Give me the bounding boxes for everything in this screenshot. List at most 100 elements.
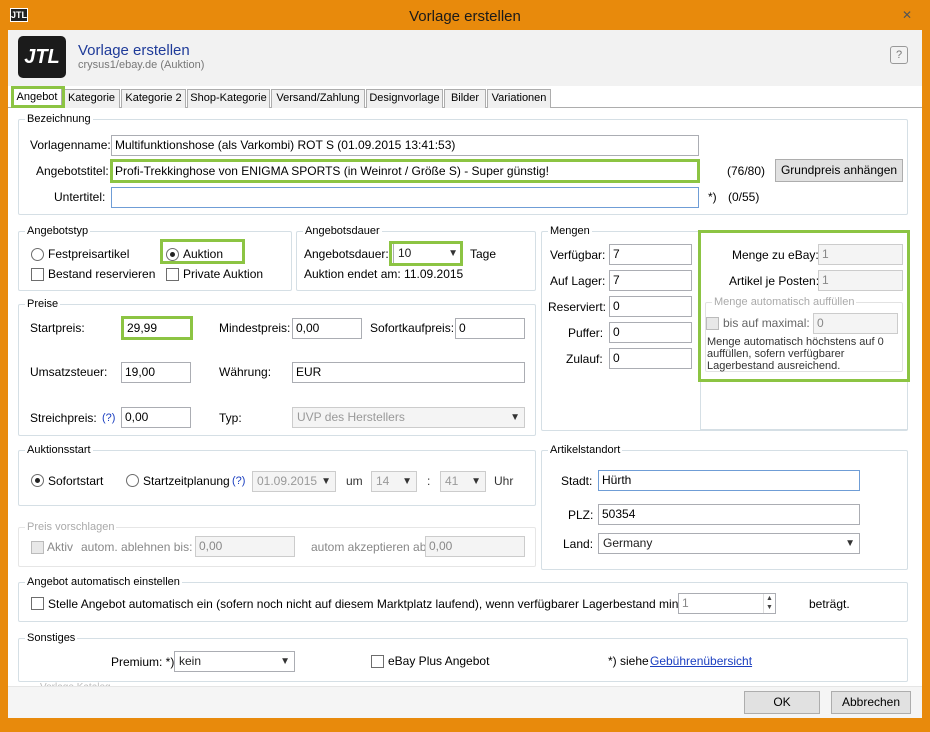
puffer-label: Puffer: [568, 326, 604, 340]
umsatzsteuer-label: Umsatzsteuer: [30, 365, 108, 379]
highlight-tab-angebot [11, 86, 65, 108]
festpreis-label: Festpreisartikel [48, 247, 130, 261]
header-subtitle: crysus1/ebay.de (Auktion) [78, 59, 205, 71]
festpreis-radio[interactable] [31, 248, 44, 261]
startzeit-help-link[interactable]: (?) [232, 474, 245, 488]
zulauf-label: Zulauf: [566, 352, 603, 366]
close-icon[interactable]: ✕ [900, 8, 914, 22]
startzeitplanung-label: Startzeitplanung [143, 474, 230, 488]
stunde-value: 14 [376, 474, 390, 488]
header-title: Vorlage erstellen [78, 42, 190, 59]
ok-button[interactable]: OK [744, 691, 820, 714]
minute-select[interactable]: 41 ▼ [440, 471, 486, 492]
chevron-down-icon: ▼ [510, 412, 520, 423]
stunde-select[interactable]: 14 ▼ [371, 471, 417, 492]
tab-variationen[interactable]: Variationen [487, 89, 551, 108]
ebay-plus-checkbox[interactable] [371, 655, 384, 668]
dialog-header: JTL Vorlage erstellen crysus1/ebay.de (A… [8, 30, 922, 86]
premium-label: Premium: *) [111, 655, 175, 669]
aktiv-checkbox[interactable] [31, 541, 44, 554]
chevron-down-icon: ▼ [845, 538, 855, 549]
aktiv-label: Aktiv [47, 540, 74, 554]
land-select[interactable]: Germany ▼ [598, 533, 860, 554]
waehrung-label: Währung: [219, 365, 272, 379]
window-title: Vorlage erstellen [409, 8, 521, 25]
zulauf-input[interactable]: 0 [609, 348, 692, 369]
typ-label: Typ: [219, 411, 242, 425]
group-title: Mengen [548, 224, 592, 238]
stadt-input[interactable]: Hürth [598, 470, 860, 491]
vorlagenname-label: Vorlagenname: [30, 138, 111, 152]
verfuegbar-label: Verfügbar: [550, 248, 606, 262]
sofortkaufpreis-label: Sofortkaufpreis: [370, 321, 455, 335]
auktion-ende-label: Auktion endet am: 11.09.2015 [304, 267, 464, 281]
auto-einstellen-checkbox[interactable] [31, 597, 44, 610]
uhr-label: Uhr [494, 474, 514, 488]
umsatzsteuer-input[interactable]: 19,00 [121, 362, 191, 383]
group-title: Sonstiges [25, 631, 78, 645]
akzeptieren-input[interactable]: 0,00 [425, 536, 525, 557]
verfuegbar-input[interactable]: 7 [609, 244, 692, 265]
help-icon[interactable]: ? [890, 46, 908, 64]
chevron-down-icon: ▼ [402, 476, 412, 487]
mindestpreis-label: Mindestpreis: [219, 321, 291, 335]
land-label: Land: [563, 537, 594, 551]
abbrechen-button[interactable]: Abbrechen [831, 691, 911, 714]
grundpreis-button[interactable]: Grundpreis anhängen [775, 159, 903, 182]
premium-value: kein [179, 654, 202, 668]
dialog-window: JTL Vorlage erstellen ✕ JTL Vorlage erst… [8, 0, 922, 732]
tab-kategorie[interactable]: Kategorie [63, 89, 120, 108]
tab-shop-kategorie[interactable]: Shop-Kategorie [187, 89, 270, 108]
untertitel-input[interactable] [111, 187, 699, 208]
mindestpreis-input[interactable]: 0,00 [292, 318, 362, 339]
highlight-angebotstitel [110, 159, 700, 183]
startpreis-label: Startpreis: [30, 321, 85, 335]
chevron-down-icon: ▼ [471, 476, 481, 487]
auto-einstellen-label: Stelle Angebot automatisch ein (sofern n… [48, 597, 721, 611]
auf-lager-input[interactable]: 7 [609, 270, 692, 291]
bestand-checkbox[interactable] [31, 268, 44, 281]
typ-select[interactable]: UVP des Herstellers ▼ [292, 407, 525, 428]
startzeitplanung-radio[interactable] [126, 474, 139, 487]
group-title: Artikelstandort [548, 443, 623, 457]
minute-value: 41 [445, 474, 459, 488]
streichpreis-help-link[interactable]: (?) [102, 411, 115, 425]
betraegt-label: beträgt. [809, 597, 850, 611]
waehrung-input[interactable]: EUR [292, 362, 525, 383]
chevron-down-icon: ▼ [280, 656, 290, 667]
tage-label: Tage [470, 247, 497, 261]
plz-label: PLZ: [568, 508, 594, 522]
sofortkaufpreis-input[interactable]: 0 [455, 318, 525, 339]
stadt-label: Stadt: [561, 474, 593, 488]
um-label: um [346, 474, 363, 488]
land-value: Germany [603, 536, 653, 550]
gebuehren-prefix: *) siehe [608, 654, 649, 668]
startdatum-select[interactable]: 01.09.2015 ▼ [252, 471, 336, 492]
streichpreis-input[interactable]: 0,00 [121, 407, 191, 428]
group-title: Angebot automatisch einstellen [25, 575, 182, 589]
untertitel-counter: (0/55) [728, 190, 760, 204]
puffer-input[interactable]: 0 [609, 322, 692, 343]
streichpreis-label: Streichpreis: [30, 411, 97, 425]
tab-kategorie-2[interactable]: Kategorie 2 [121, 89, 186, 108]
tab-versand-zahlung[interactable]: Versand/Zahlung [271, 89, 365, 108]
ablehnen-input[interactable]: 0,00 [195, 536, 295, 557]
private-auktion-checkbox[interactable] [166, 268, 179, 281]
lagerbestand-input[interactable]: 1 [678, 593, 776, 614]
premium-select[interactable]: kein ▼ [174, 651, 295, 672]
tab-bilder[interactable]: Bilder [444, 89, 486, 108]
plz-input[interactable]: 50354 [598, 504, 860, 525]
akzeptieren-label: autom akzeptieren ab: [311, 540, 430, 554]
auf-lager-label: Auf Lager: [550, 274, 606, 288]
bestand-label: Bestand reservieren [48, 267, 156, 281]
group-title: Bezeichnung [25, 112, 93, 126]
reserviert-input[interactable]: 0 [609, 296, 692, 317]
jtl-logo: JTL [18, 36, 66, 78]
vorlagenname-input[interactable]: Multifunktionshose (als Varkombi) ROT S … [111, 135, 699, 156]
sofortstart-radio[interactable] [31, 474, 44, 487]
group-title: Angebotsdauer [303, 224, 382, 238]
gebuehren-link[interactable]: Gebührenübersicht [650, 653, 752, 669]
window-bottom-frame [8, 718, 922, 732]
tab-designvorlage[interactable]: Designvorlage [366, 89, 443, 108]
spinner-icon[interactable]: ▲ ▼ [763, 594, 775, 613]
